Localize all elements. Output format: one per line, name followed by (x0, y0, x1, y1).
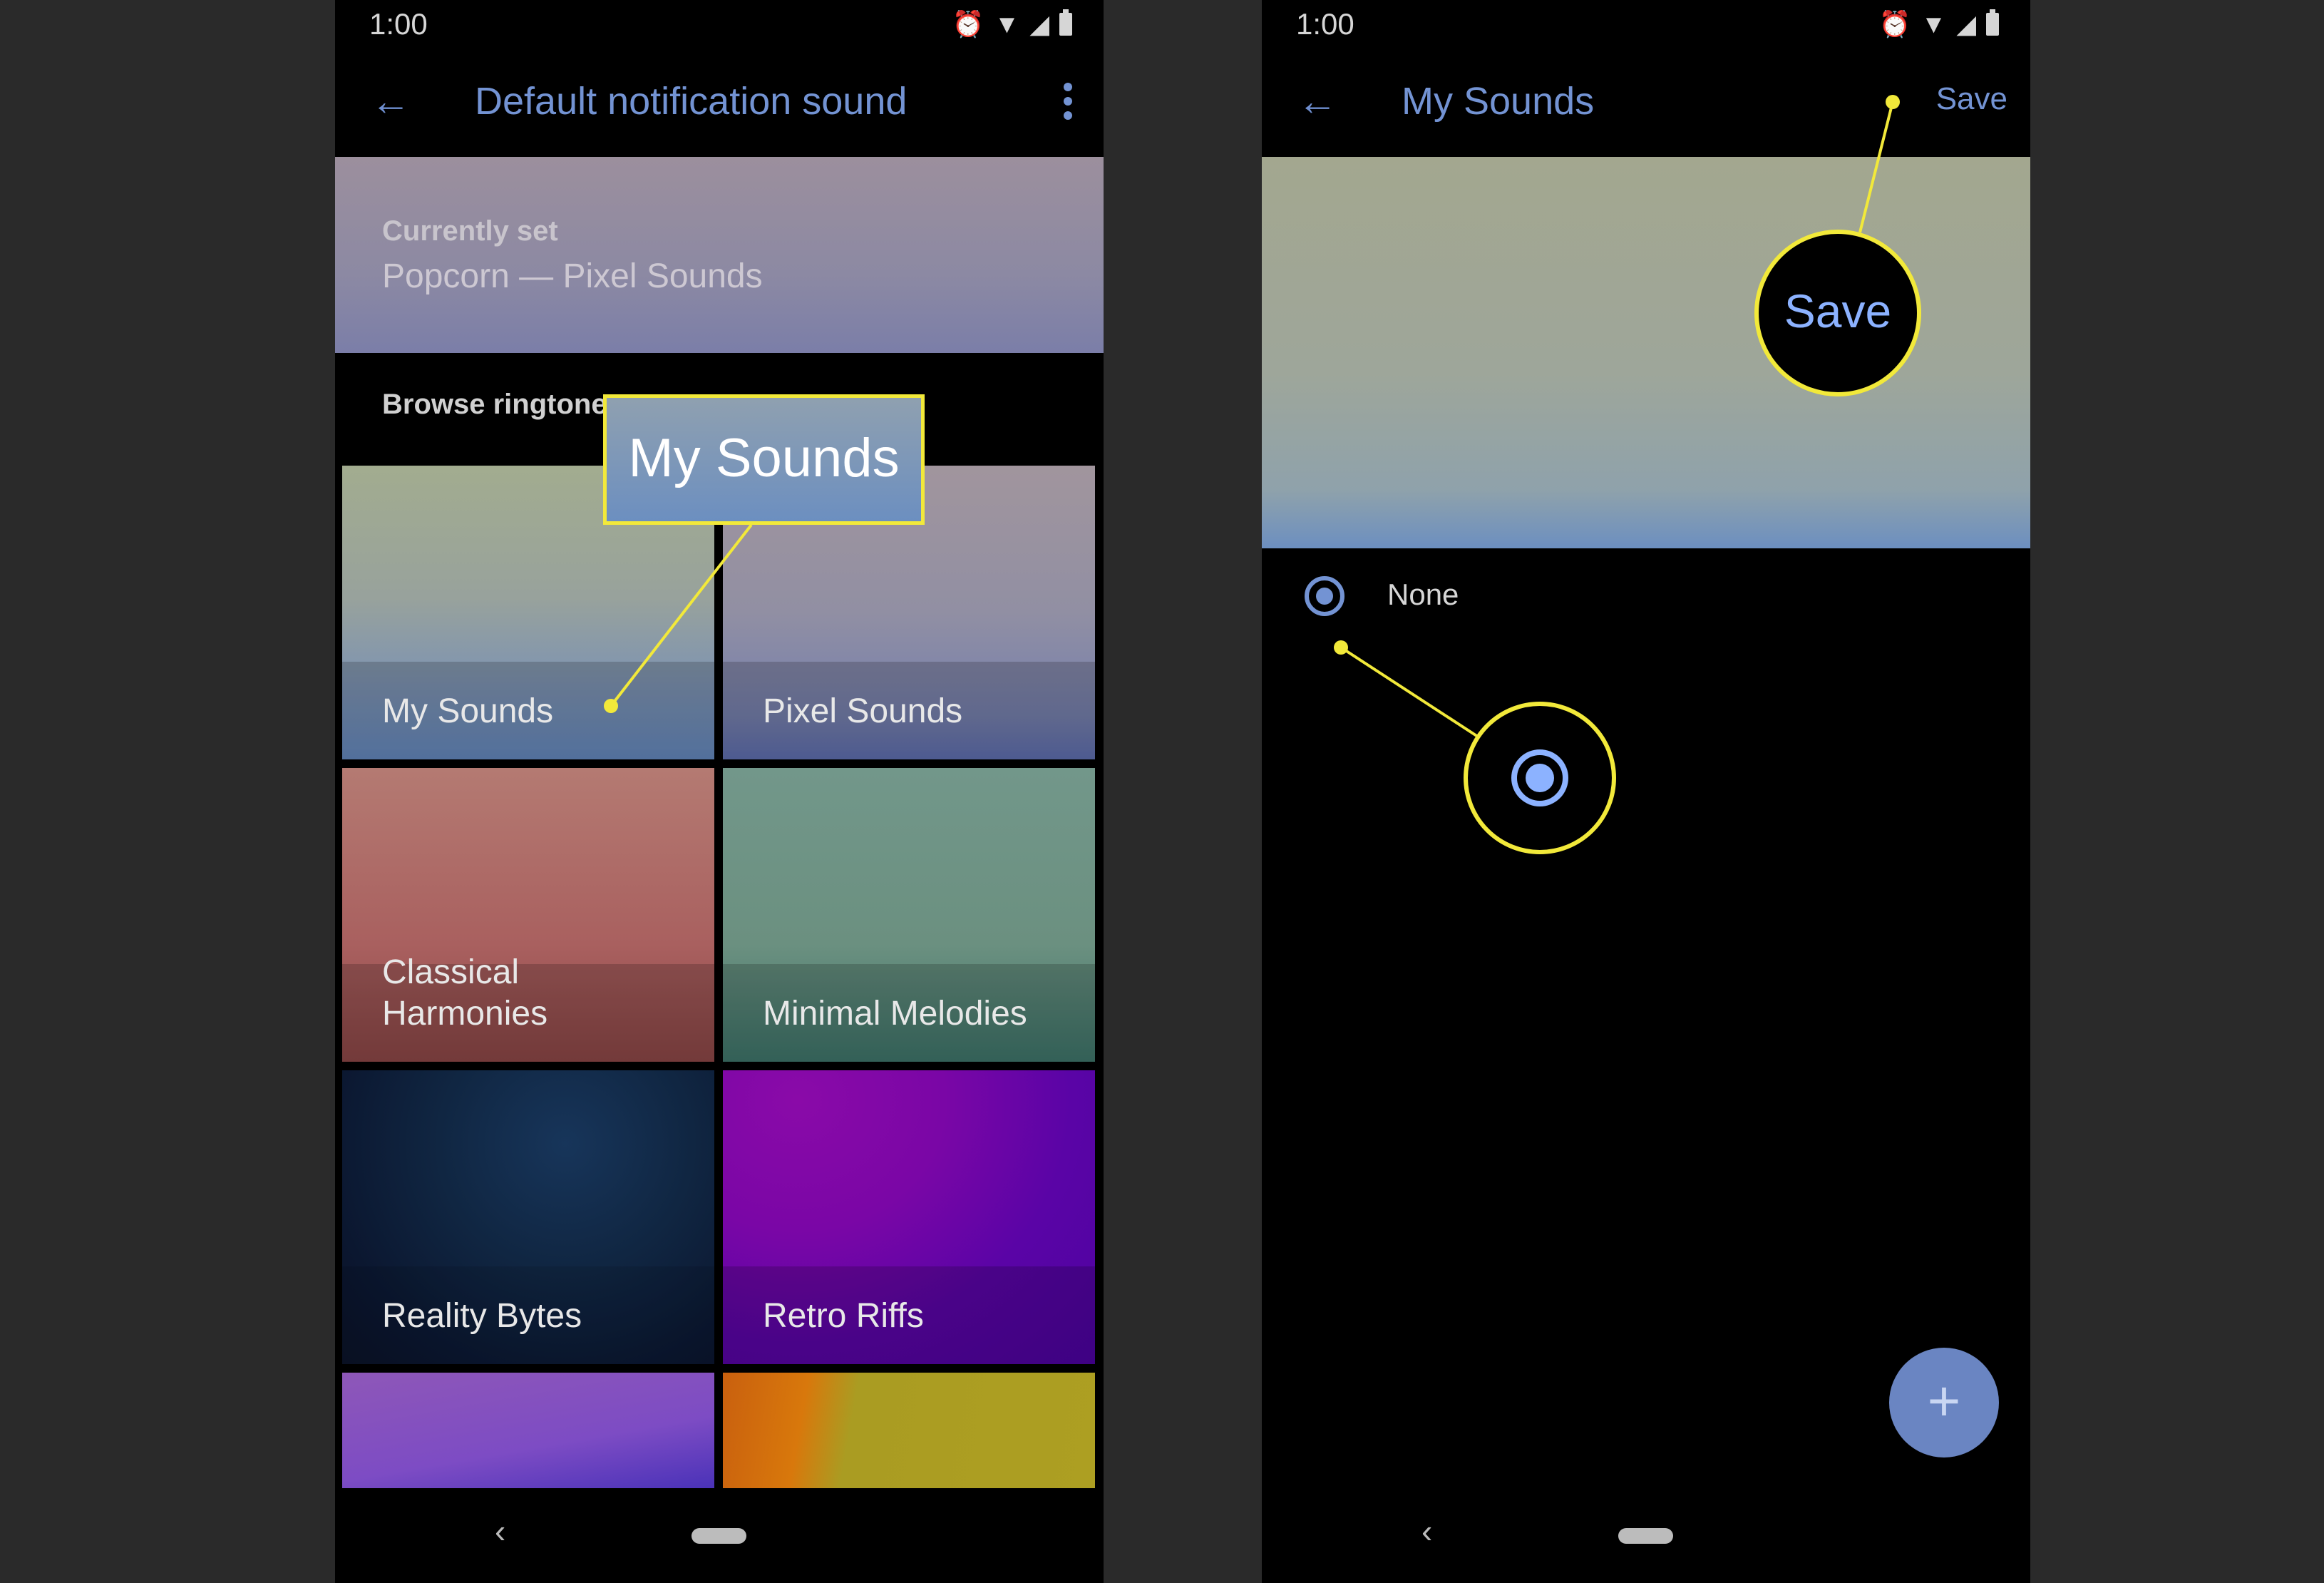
callout-save-text: Save (1784, 285, 1892, 337)
callout-line-save (1858, 101, 1894, 233)
callout-my-sounds: My Sounds (603, 394, 925, 525)
callout-dot-radio (1334, 640, 1348, 655)
callout-dot-my-sounds (604, 699, 618, 713)
callout-overlay (604, 95, 1921, 854)
callout-line-my-sounds (610, 523, 753, 707)
callout-line-radio (1340, 646, 1479, 738)
callout-dot-save (1886, 95, 1900, 109)
